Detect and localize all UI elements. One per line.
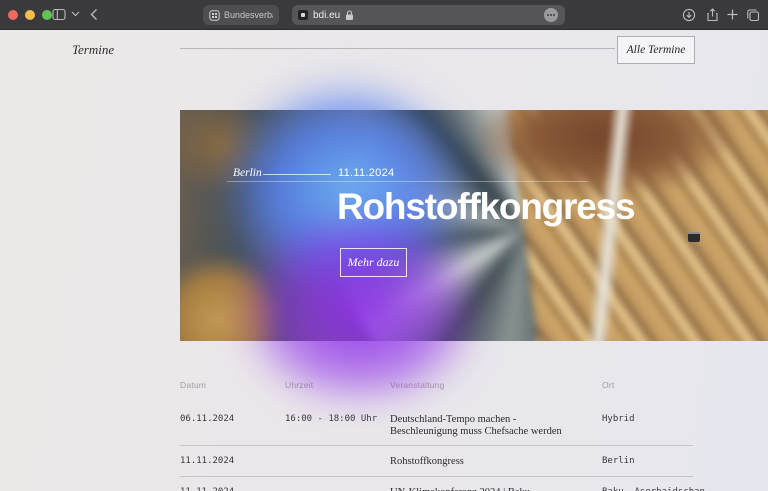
browser-toolbar: Bundesverband... bdi.eu [0,0,768,30]
event-name: Rohstoffkongress [390,456,602,468]
column-header-ort: Ort [602,380,693,390]
events-table-header: Datum Uhrzeit Veranstaltung Ort [180,380,693,390]
window-controls [8,10,52,20]
event-name: Deutschland-Tempo machen - Beschleunigun… [390,414,602,437]
chevron-down-icon[interactable] [71,11,80,17]
share-icon[interactable] [706,8,719,22]
back-icon[interactable] [90,8,98,21]
header-divider [180,48,615,49]
hero-title: Rohstoffkongress [337,188,634,225]
page-settings-icon[interactable] [544,8,558,22]
hero-content: Berlin 11.11.2024 Rohstoffkongress Mehr … [180,110,768,341]
all-events-button[interactable]: Alle Termine [617,36,695,64]
event-location: Berlin [602,456,693,468]
event-location: Baku, Aserbaidschan [602,487,705,491]
pinned-tab-label: Bundesverband... [224,10,273,20]
column-header-veranstaltung: Veranstaltung [390,380,602,390]
sidebar-icon[interactable] [52,8,66,21]
event-date: 11.11.2024 [180,456,285,468]
more-info-button[interactable]: Mehr dazu [340,248,407,277]
event-location: Hybrid [602,414,693,426]
hero-meta-divider [263,174,331,175]
hero-meta-row: Berlin 11.11.2024 [180,167,768,181]
zoom-window-button[interactable] [42,10,52,20]
event-date: 11.11.2024 - 22.11.2024 [180,487,285,491]
url-text: bdi.eu [313,10,340,21]
pinned-tab[interactable]: Bundesverband... [203,5,279,25]
lock-icon [345,10,354,21]
minimize-window-button[interactable] [25,10,35,20]
column-header-datum: Datum [180,380,285,390]
site-favicon-icon [209,10,220,21]
tab-overview-icon[interactable] [746,8,760,22]
event-date: 06.11.2024 [180,414,285,426]
browser-window: Bundesverband... bdi.eu [0,0,768,491]
web-page: Termine Alle Termine Berlin 11.11.2024 R… [0,30,768,491]
event-time: 16:00 - 18:00 Uhr [285,414,390,426]
table-row[interactable]: 11.11.2024 - 22.11.2024 UN-Klimakonferen… [180,477,693,491]
downloads-icon[interactable] [682,8,696,22]
new-tab-icon[interactable] [726,8,739,21]
events-table: Datum Uhrzeit Veranstaltung Ort 06.11.20… [180,380,693,491]
address-bar[interactable]: bdi.eu [292,5,565,25]
close-window-button[interactable] [8,10,18,20]
table-row[interactable]: 06.11.2024 16:00 - 18:00 Uhr Deutschland… [180,404,693,446]
column-header-uhrzeit: Uhrzeit [285,380,390,390]
bdi-favicon-icon [298,10,308,20]
hero-location: Berlin [233,167,262,179]
table-row[interactable]: 11.11.2024 Rohstoffkongress Berlin [180,446,693,477]
hero-date: 11.11.2024 [338,167,394,179]
hero-cta-hairline [227,181,588,182]
event-name: UN-Klimakonferenz 2024 | Baku [390,487,602,491]
section-title: Termine [72,42,114,58]
